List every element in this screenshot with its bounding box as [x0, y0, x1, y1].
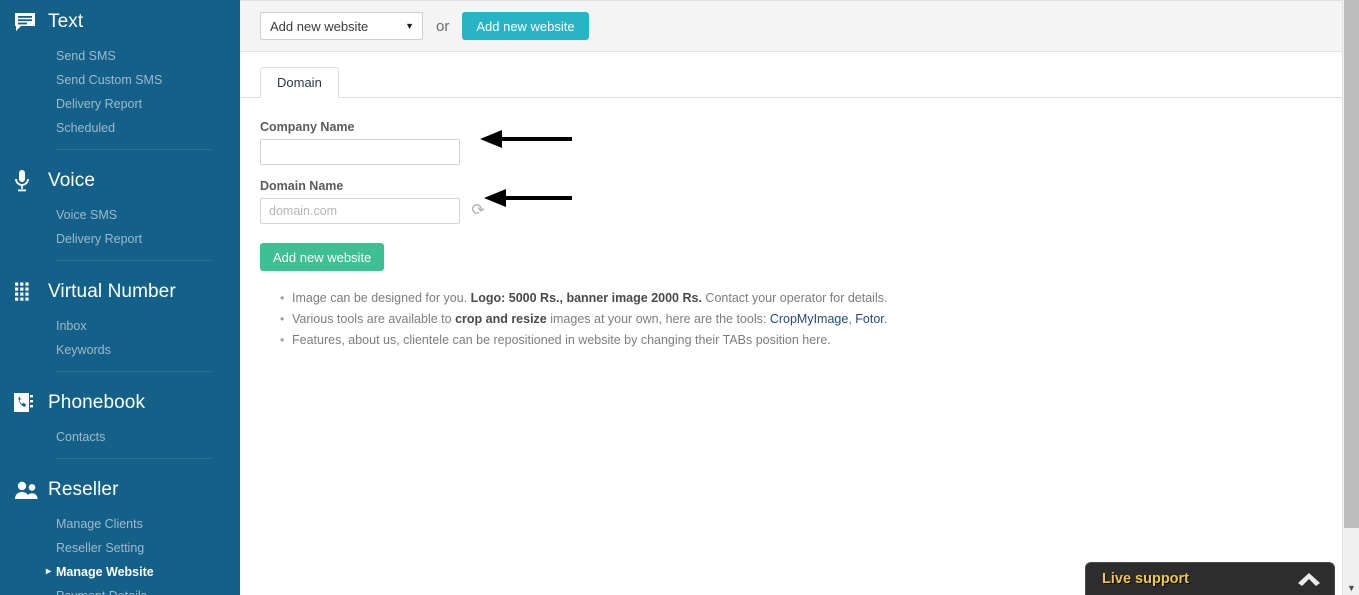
chevron-up-icon	[1298, 572, 1320, 586]
sidebar-group-virtual-number: Virtual Number Inbox Keywords	[0, 270, 240, 372]
sidebar-item-delivery-report[interactable]: Delivery Report	[0, 227, 240, 251]
sidebar-group-reseller: Reseller Manage ClientsReseller SettingMa…	[0, 468, 240, 595]
live-support-widget[interactable]: Live support	[1085, 562, 1335, 595]
sidebar-item-keywords[interactable]: Keywords	[0, 338, 240, 362]
note-item: Image can be designed for you. Logo: 500…	[280, 288, 1359, 309]
sidebar-item-contacts[interactable]: Contacts	[0, 425, 240, 449]
note-link-fotor[interactable]: Fotor	[855, 312, 884, 326]
note-text: images at your own, here are the tools:	[546, 312, 770, 326]
note-item: Features, about us, clientele can be rep…	[280, 330, 1359, 351]
add-new-website-toolbar-button[interactable]: Add new website	[462, 12, 589, 40]
notes-list: Image can be designed for you. Logo: 500…	[260, 288, 1359, 351]
scrollbar-down-arrow-icon[interactable]: ▼	[1343, 583, 1359, 593]
sidebar-item-scheduled[interactable]: Scheduled	[0, 116, 240, 140]
sidebar-group-voice: Voice Voice SMS Delivery Report	[0, 159, 240, 261]
note-emphasis: Logo: 5000 Rs., banner image 2000 Rs.	[470, 291, 702, 305]
sidebar-group-title: Reseller	[48, 479, 119, 500]
sidebar-item-reseller-setting[interactable]: Reseller Setting	[0, 536, 240, 560]
note-text: Image can be designed for you.	[292, 291, 471, 305]
note-item: Various tools are available to crop and …	[280, 309, 1359, 330]
company-name-field-group: Company Name	[260, 120, 1359, 165]
sidebar-item-manage-clients[interactable]: Manage Clients	[0, 512, 240, 536]
company-name-label: Company Name	[260, 120, 355, 134]
sidebar-item-manage-website[interactable]: Manage Website	[0, 560, 240, 584]
sidebar-item-inbox[interactable]: Inbox	[0, 314, 240, 338]
note-text: Features, about us, clientele can be rep…	[292, 333, 831, 347]
address-book-icon	[14, 392, 48, 414]
sidebar-group-header-reseller[interactable]: Reseller	[0, 468, 240, 512]
sidebar-group-header-virtual-number[interactable]: Virtual Number	[0, 270, 240, 314]
sidebar-group-title: Voice	[48, 170, 95, 191]
sidebar-group-title: Virtual Number	[48, 281, 176, 302]
sidebar-item-payment-details[interactable]: Payment Details	[0, 584, 240, 595]
vertical-scrollbar[interactable]: ▼	[1342, 0, 1359, 595]
app-window: Text Send SMS Send Custom SMS Delivery Repo…	[0, 0, 1359, 595]
or-label: or	[436, 17, 450, 35]
sidebar-item-voice-sms[interactable]: Voice SMS	[0, 203, 240, 227]
sidebar-item-send-sms[interactable]: Send SMS	[0, 44, 240, 68]
website-form: Company Name Domain Name ⟳ Add new websi…	[240, 98, 1359, 351]
note-text: .	[883, 312, 888, 326]
submit-add-website-button[interactable]: Add new website	[260, 243, 385, 271]
refresh-spinner-icon[interactable]: ⟳	[469, 201, 486, 220]
scrollbar-thumb[interactable]	[1344, 0, 1359, 528]
note-text: Contact your operator for details.	[701, 291, 888, 305]
sidebar: Text Send SMS Send Custom SMS Delivery Repo…	[0, 0, 240, 595]
domain-name-input[interactable]	[260, 198, 460, 224]
website-select[interactable]: Add new website ▼	[260, 12, 423, 40]
note-link-cropmyimage[interactable]: CropMyImage	[770, 312, 849, 326]
message-bubble-icon	[14, 12, 48, 32]
domain-name-field-group: Domain Name ⟳	[260, 179, 1359, 224]
tab-bar: Domain	[240, 67, 1359, 98]
note-text: Various tools are available to	[292, 312, 456, 326]
sidebar-divider	[56, 458, 212, 459]
sidebar-item-delivery-report[interactable]: Delivery Report	[0, 92, 240, 116]
sidebar-group-header-phonebook[interactable]: Phonebook	[0, 381, 240, 425]
sidebar-group-title: Text	[48, 11, 84, 32]
sidebar-divider	[56, 149, 212, 150]
company-name-input[interactable]	[260, 139, 460, 165]
note-emphasis: crop and resize	[455, 312, 547, 326]
sidebar-group-title: Phonebook	[48, 392, 146, 413]
sidebar-group-text: Text Send SMS Send Custom SMS Delivery Repo…	[0, 0, 240, 150]
top-toolbar: Add new website ▼ or Add new website	[240, 0, 1359, 52]
sidebar-divider	[56, 371, 212, 372]
main-content: Add new website ▼ or Add new website Dom…	[240, 0, 1359, 595]
domain-name-label: Domain Name	[260, 179, 344, 193]
users-icon	[14, 481, 48, 499]
keypad-grid-icon	[14, 282, 48, 302]
sidebar-divider	[56, 260, 212, 261]
live-support-label: Live support	[1102, 571, 1190, 587]
sidebar-group-header-text[interactable]: Text	[0, 0, 240, 44]
tab-domain[interactable]: Domain	[260, 67, 339, 98]
sidebar-group-phonebook: Phonebook Contacts	[0, 381, 240, 459]
chevron-down-icon: ▼	[405, 21, 414, 31]
website-select-value: Add new website	[270, 18, 369, 34]
sidebar-group-header-voice[interactable]: Voice	[0, 159, 240, 203]
sidebar-item-send-custom-sms[interactable]: Send Custom SMS	[0, 68, 240, 92]
microphone-icon	[14, 170, 48, 192]
